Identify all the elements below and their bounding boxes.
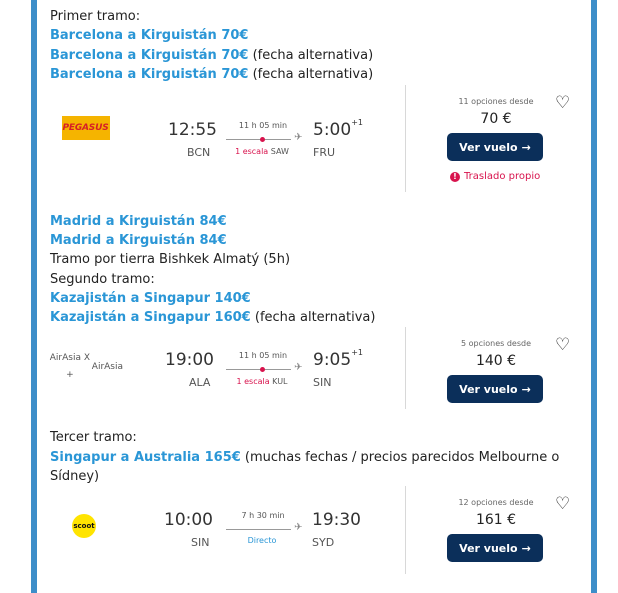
departure-time: 12:55 xyxy=(168,120,217,140)
route-note: (muchas fechas / precios parecidos Melbo… xyxy=(240,450,560,465)
route-link[interactable]: Barcelona a Kirguistán 70€ xyxy=(50,28,248,43)
arrival-time: 5:00+1 xyxy=(313,118,363,140)
route-line: Singapur a Australia 165€ (muchas fechas… xyxy=(50,448,559,467)
route-note: (fecha alternativa) xyxy=(248,67,374,82)
departure-time: 10:00 xyxy=(164,510,213,530)
airline-name-line2: AirAsia xyxy=(91,361,123,372)
arrow-right-icon: → xyxy=(521,541,531,555)
view-flight-button[interactable]: Ver vuelo → xyxy=(447,534,543,562)
departure-time: 19:00 xyxy=(165,350,214,370)
arrival-time: 9:05+1 xyxy=(313,348,363,370)
price: 70 € xyxy=(480,111,512,127)
route-track xyxy=(226,139,291,140)
section-heading-first: Primer tramo: xyxy=(50,9,141,24)
route-link[interactable]: Madrid a Kirguistán 84€ xyxy=(50,233,227,248)
stops-info: 1 escala SAW xyxy=(235,147,289,156)
route-line: Barcelona a Kirguistán 70€ (fecha altern… xyxy=(50,65,373,84)
card-divider xyxy=(405,85,406,192)
flight-duration: 7 h 30 min xyxy=(241,511,285,520)
stops-info: 1 escala KUL xyxy=(236,377,288,386)
route-track xyxy=(226,369,291,370)
route-note: (fecha alternativa) xyxy=(250,310,376,325)
route-link[interactable]: Barcelona a Kirguistán 70€ xyxy=(50,48,248,63)
card-divider xyxy=(405,327,406,409)
route-link[interactable]: Kazajistán a Singapur 140€ xyxy=(50,291,251,306)
price: 140 € xyxy=(475,353,517,369)
plane-icon: ✈ xyxy=(294,362,303,373)
route-link[interactable]: Madrid a Kirguistán 84€ xyxy=(50,214,227,229)
options-count: 12 opciones desde xyxy=(458,498,534,507)
flight-card: scoot 10:00 SIN 7 h 30 min ✈ Directo 19:… xyxy=(50,486,580,576)
view-flight-button[interactable]: Ver vuelo → xyxy=(447,375,543,403)
airline-logo: PEGASUS xyxy=(58,115,113,141)
options-count: 5 opciones desde xyxy=(461,339,531,348)
arrival-code: SIN xyxy=(313,376,332,389)
plane-icon: ✈ xyxy=(294,132,303,143)
flight-card: AirAsia X + AirAsia 19:00 ALA 11 h 05 mi… xyxy=(50,327,580,412)
flight-duration: 11 h 05 min xyxy=(238,351,288,360)
section-heading-second: Segundo tramo: xyxy=(50,272,155,287)
route-track xyxy=(226,529,291,530)
arrow-right-icon: → xyxy=(521,382,531,396)
route-link[interactable]: Singapur a Australia 165€ xyxy=(50,450,241,465)
route-line: Kazajistán a Singapur 160€ (fecha altern… xyxy=(50,308,375,327)
warning-badge: ! Traslado propio xyxy=(450,171,540,182)
stops-info: Directo xyxy=(247,536,277,545)
route-note-continued: Sídney) xyxy=(50,469,100,484)
scoot-logo: scoot xyxy=(72,514,96,538)
options-count: 11 opciones desde xyxy=(458,97,534,106)
arrival-code: SYD xyxy=(312,536,335,549)
section-heading-third: Tercer tramo: xyxy=(50,430,137,445)
route-line: Madrid a Kirguistán 84€ xyxy=(50,231,227,250)
route-note: (fecha alternativa) xyxy=(248,48,374,63)
route-link[interactable]: Barcelona a Kirguistán 70€ xyxy=(50,67,248,82)
heart-icon[interactable]: ♡ xyxy=(555,335,570,355)
airline-name-line1: AirAsia X + xyxy=(49,353,91,380)
airline-logo: AirAsia X + AirAsia xyxy=(48,347,123,387)
flight-duration: 11 h 05 min xyxy=(238,121,288,130)
departure-code: BCN xyxy=(187,146,211,159)
heart-icon[interactable]: ♡ xyxy=(555,494,570,514)
price: 161 € xyxy=(475,512,517,528)
land-segment-text: Tramo por tierra Bishkek Almatý (5h) xyxy=(50,252,291,267)
route-line: Kazajistán a Singapur 140€ xyxy=(50,289,251,308)
stop-dot xyxy=(260,367,265,372)
route-line: Barcelona a Kirguistán 70€ (fecha altern… xyxy=(50,46,373,65)
plane-icon: ✈ xyxy=(294,522,303,533)
exclamation-icon: ! xyxy=(450,171,460,182)
departure-code: ALA xyxy=(189,376,211,389)
arrow-right-icon: → xyxy=(521,140,531,154)
pegasus-logo: PEGASUS xyxy=(61,116,110,140)
flight-card: PEGASUS 12:55 BCN 11 h 05 min ✈ 1 escala… xyxy=(50,85,580,195)
arrival-time: 19:30 xyxy=(312,510,361,530)
stop-dot xyxy=(260,137,265,142)
view-flight-button[interactable]: Ver vuelo → xyxy=(447,133,543,161)
arrival-code: FRU xyxy=(313,146,336,159)
departure-code: SIN xyxy=(191,536,210,549)
heart-icon[interactable]: ♡ xyxy=(555,93,570,113)
card-divider xyxy=(405,486,406,574)
route-link[interactable]: Kazajistán a Singapur 160€ xyxy=(50,310,251,325)
route-line: Madrid a Kirguistán 84€ xyxy=(50,212,227,231)
route-line: Barcelona a Kirguistán 70€ xyxy=(50,26,248,45)
